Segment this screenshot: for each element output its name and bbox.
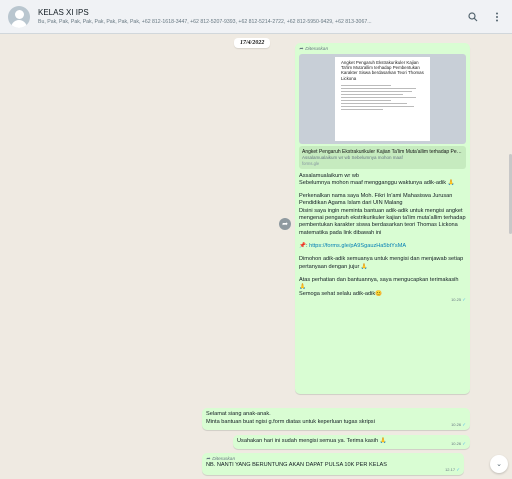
outgoing-message[interactable]: Usahakan hari ini sudah mengisi semua ya…: [233, 435, 470, 449]
preview-line: [341, 99, 391, 101]
message-line: NB. NANTI YANG BERUNTUNG AKAN DAPAT PULS…: [206, 462, 388, 468]
message-time: 10.26: [451, 441, 462, 446]
read-tick-icon: ✓: [462, 296, 466, 302]
forwarded-text: Diteruskan: [305, 46, 329, 52]
preview-line: [341, 108, 383, 110]
link-preview-domain: forms.gle: [302, 160, 320, 166]
message-intro: Perkenalkan nama saya Moh. Fikri In'ami …: [299, 193, 466, 236]
date-chip: 17/4/2022: [234, 38, 271, 48]
menu-icon[interactable]: [490, 10, 504, 24]
chat-area[interactable]: 17/4/2022 ➦ ➦ Diteruskan Angket Pengaruh…: [0, 34, 512, 479]
forwarded-text: Diteruskan: [212, 456, 236, 462]
message-time: 10.26: [451, 422, 462, 427]
preview-line: [341, 102, 408, 104]
preview-line: [341, 90, 412, 92]
outgoing-message[interactable]: Selamat siang anak-anak. Minta bantuan b…: [202, 408, 470, 430]
pin-emoji: 📌:: [299, 242, 310, 249]
message-time: 10.25: [451, 296, 462, 302]
preview-line: [341, 105, 415, 107]
forwarded-message[interactable]: ➦ Diteruskan NB. NANTI YANG BERUNTUNG AK…: [202, 453, 464, 475]
message-timestamp: 10.26 ✓: [451, 441, 466, 447]
search-icon[interactable]: [466, 10, 480, 24]
form-preview-title: Angket Pengaruh Ekstrakurikuler Kajian T…: [341, 60, 424, 81]
message-text: Assalamualaikum wr wb Sebelumnya mohon m…: [299, 173, 466, 299]
group-info[interactable]: KELAS XI IPS Bu, Pak, Pak, Pak, Pak, Pak…: [38, 8, 456, 26]
message-line: Selamat siang anak-anak.: [206, 411, 271, 417]
message-link-line: 📌: https://forms.gle/pA9SgauzHa5btYsMA: [299, 243, 466, 250]
chevron-down-icon[interactable]: ⌄: [490, 455, 508, 473]
forwarded-label: ➦ Diteruskan: [299, 46, 466, 52]
group-avatar[interactable]: [8, 5, 30, 28]
preview-line: [341, 87, 416, 89]
message-line: Usahakan hari ini sudah mengisi semua ya…: [237, 438, 387, 444]
message-request: Dimohon adik-adik semuanya untuk mengisi…: [299, 256, 464, 270]
preview-line: [341, 84, 391, 86]
form-preview-image[interactable]: Angket Pengaruh Ekstrakurikuler Kajian T…: [299, 54, 466, 144]
message-closing: Atas perhatian dan bantuannya, saya meng…: [299, 276, 459, 298]
share-icon[interactable]: ➦: [279, 218, 291, 230]
preview-line: [341, 96, 416, 98]
forwarded-message[interactable]: ➦ Diteruskan Angket Pengaruh Ekstrakurik…: [295, 43, 470, 394]
form-preview-page: Angket Pengaruh Ekstrakurikuler Kajian T…: [335, 57, 430, 141]
message-time: 12.17: [445, 467, 456, 472]
read-tick-icon: ✓: [456, 467, 460, 472]
message-timestamp: 12.17 ✓: [445, 467, 460, 473]
chat-header[interactable]: KELAS XI IPS Bu, Pak, Pak, Pak, Pak, Pak…: [0, 0, 512, 34]
message-line: Minta bantuan buat ngisi g.form diatas u…: [206, 418, 375, 425]
read-tick-icon: ✓: [462, 422, 466, 427]
message-greeting: Assalamualaikum wr wb Sebelumnya mohon m…: [299, 172, 455, 186]
link-preview[interactable]: Angket Pengaruh Ekstrakurikuler Kajian T…: [299, 146, 466, 169]
form-link[interactable]: https://forms.gle/pA9SgauzHa5btYsMA: [309, 243, 406, 249]
message-timestamp: 10.26 ✓: [451, 422, 466, 428]
group-participants: Bu, Pak, Pak, Pak, Pak, Pak, Pak, Pak, P…: [38, 18, 372, 25]
forward-icon: ➦: [299, 46, 304, 52]
preview-line: [341, 93, 404, 95]
group-title: KELAS XI IPS: [38, 7, 89, 17]
read-tick-icon: ✓: [462, 441, 466, 446]
